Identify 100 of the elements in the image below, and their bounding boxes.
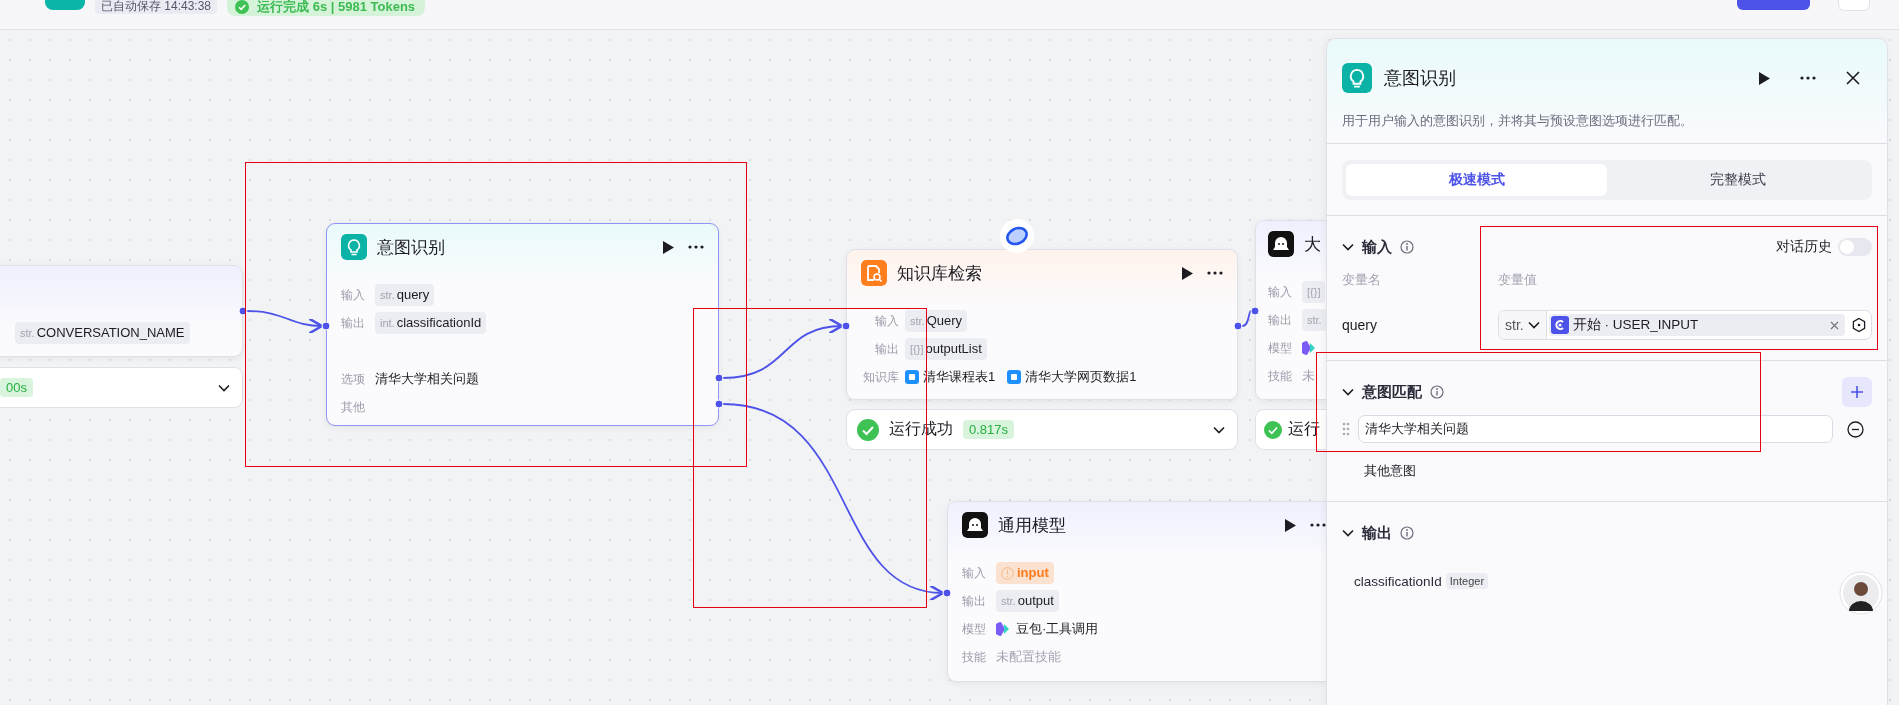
primary-button[interactable] (1737, 0, 1810, 10)
section-title: 意图匹配 (1362, 382, 1422, 402)
workflow-node[interactable]: str.CONVERSATION_NAME (0, 265, 243, 357)
chevron-down-icon[interactable] (218, 383, 230, 392)
variable-reference: 开始 · USER_INPUT (1572, 316, 1700, 334)
type-label: [{}] (910, 342, 924, 357)
type-label: [{}] (1302, 281, 1326, 303)
field-label: 输入 (341, 287, 366, 304)
clear-icon[interactable] (1830, 320, 1839, 330)
workflow-node[interactable]: 大 输入 [{}] 输出 str. 模型 技能 未 (1255, 220, 1326, 400)
port-handle[interactable] (321, 321, 331, 331)
autosave-status: 已自动保存 14:43:38 (95, 0, 218, 14)
field-value: 未配置技能 (996, 648, 1061, 666)
document-search-icon (861, 260, 887, 286)
ghost-icon (1268, 231, 1294, 257)
drag-handle-icon[interactable] (1342, 422, 1350, 436)
connector-edge (1241, 310, 1252, 327)
remove-icon[interactable] (1847, 420, 1864, 438)
ring-logo-icon (999, 218, 1035, 254)
type-label: str. (380, 288, 395, 303)
start-node-icon (1550, 316, 1569, 334)
model-name: 豆包·工具调用 (1016, 620, 1099, 638)
port-handle[interactable] (714, 373, 724, 383)
port-handle[interactable] (238, 306, 248, 316)
field-label: 输出 (1268, 312, 1293, 329)
duration-chip: 00s (0, 378, 33, 397)
mode-tab[interactable]: 完整模式 (1607, 164, 1868, 196)
run-button[interactable] (1758, 71, 1770, 85)
info-icon[interactable] (1400, 526, 1414, 540)
field-label: 输入 (1268, 284, 1293, 301)
node-title: 知识库检索 (897, 262, 982, 285)
run-button[interactable] (662, 240, 674, 254)
plus-icon (1850, 385, 1864, 399)
model-logo-icon (996, 621, 1010, 637)
field-label: 技能 (1268, 368, 1293, 385)
field-label: 输出 (341, 315, 366, 332)
field-label: 选项 (341, 371, 366, 388)
info-icon[interactable] (1400, 240, 1414, 254)
field-label: 其他 (341, 399, 366, 416)
success-icon (1264, 418, 1282, 441)
panel-title: 意图识别 (1384, 67, 1456, 90)
type-label: str. (1302, 309, 1327, 331)
option-value: 清华大学相关问题 (375, 370, 479, 388)
collapse-icon[interactable] (1342, 388, 1354, 396)
more-icon[interactable] (1207, 271, 1223, 275)
more-icon[interactable] (1310, 523, 1326, 527)
field-label: 输入 (874, 313, 899, 330)
history-toggle[interactable] (1838, 238, 1872, 256)
section-title: 输入 (1362, 237, 1392, 257)
type-label: str. (20, 326, 35, 341)
add-button[interactable] (1842, 377, 1872, 407)
other-intent-label: 其他意图 (1364, 463, 1416, 479)
workflow-node[interactable]: 意图识别 输入 str.query 输出 int.classificationId 选项 清华大学相关问题 其他 (326, 223, 719, 426)
variable-name: classificationId (396, 314, 482, 332)
mode-tab[interactable]: 极速模式 (1346, 164, 1607, 196)
avatar[interactable] (1839, 571, 1883, 615)
variable-value-field[interactable]: str. 开始 · USER_INPUT (1498, 310, 1872, 340)
field-label: 知识库 (862, 369, 899, 386)
port-handle[interactable] (714, 399, 724, 409)
settings-icon[interactable] (1851, 317, 1867, 333)
variable-name: CONVERSATION_NAME (36, 324, 185, 342)
type-label: str. (1001, 594, 1016, 609)
caret-icon[interactable] (1527, 321, 1540, 329)
ghost-icon (962, 512, 988, 538)
node-title: 大 (1304, 233, 1321, 256)
document-icon (905, 370, 919, 384)
variable-name: output (1017, 592, 1054, 610)
knowledge-base-name: 清华大学网页数据1 (1025, 368, 1137, 386)
port-handle[interactable] (841, 321, 851, 331)
history-label: 对话历史 (1776, 238, 1832, 256)
field-label: 模型 (1268, 340, 1293, 357)
info-icon[interactable] (1430, 385, 1444, 399)
success-icon (235, 0, 250, 14)
lightbulb-icon (1342, 63, 1372, 93)
warning-icon (1001, 566, 1014, 580)
intent-input[interactable]: 清华大学相关问题 (1358, 415, 1833, 443)
collapse-icon[interactable] (1342, 243, 1354, 251)
variable-name: query (1342, 317, 1379, 333)
node-title: 意图识别 (377, 236, 445, 259)
run-button[interactable] (1181, 266, 1193, 280)
column-header: 变量值 (1498, 272, 1538, 288)
collapse-icon[interactable] (1342, 529, 1354, 537)
type-label: int. (380, 316, 395, 331)
column-header: 变量名 (1342, 272, 1382, 288)
field-label: 输出 (874, 341, 899, 358)
port-handle[interactable] (942, 588, 952, 598)
chevron-down-icon[interactable] (1213, 425, 1225, 434)
variable-name: input (1017, 564, 1049, 582)
node-title: 通用模型 (998, 514, 1066, 537)
more-icon[interactable] (688, 245, 704, 249)
workflow-node[interactable]: 通用模型 输入 input 输出 str.output 模型 豆包·工具调用 技能 未配置技能 (947, 501, 1326, 682)
run-button[interactable] (1284, 518, 1296, 532)
close-icon[interactable] (1846, 71, 1860, 85)
panel-description: 用于用户输入的意图识别，并将其与预设意图选项进行匹配。 (1342, 113, 1694, 130)
document-icon (1007, 370, 1022, 384)
success-icon (857, 418, 879, 441)
field-label: 输出 (962, 593, 987, 610)
field-label: 输入 (962, 565, 987, 582)
duration-chip: 0.817s (963, 420, 1015, 439)
more-icon[interactable] (1800, 76, 1816, 80)
